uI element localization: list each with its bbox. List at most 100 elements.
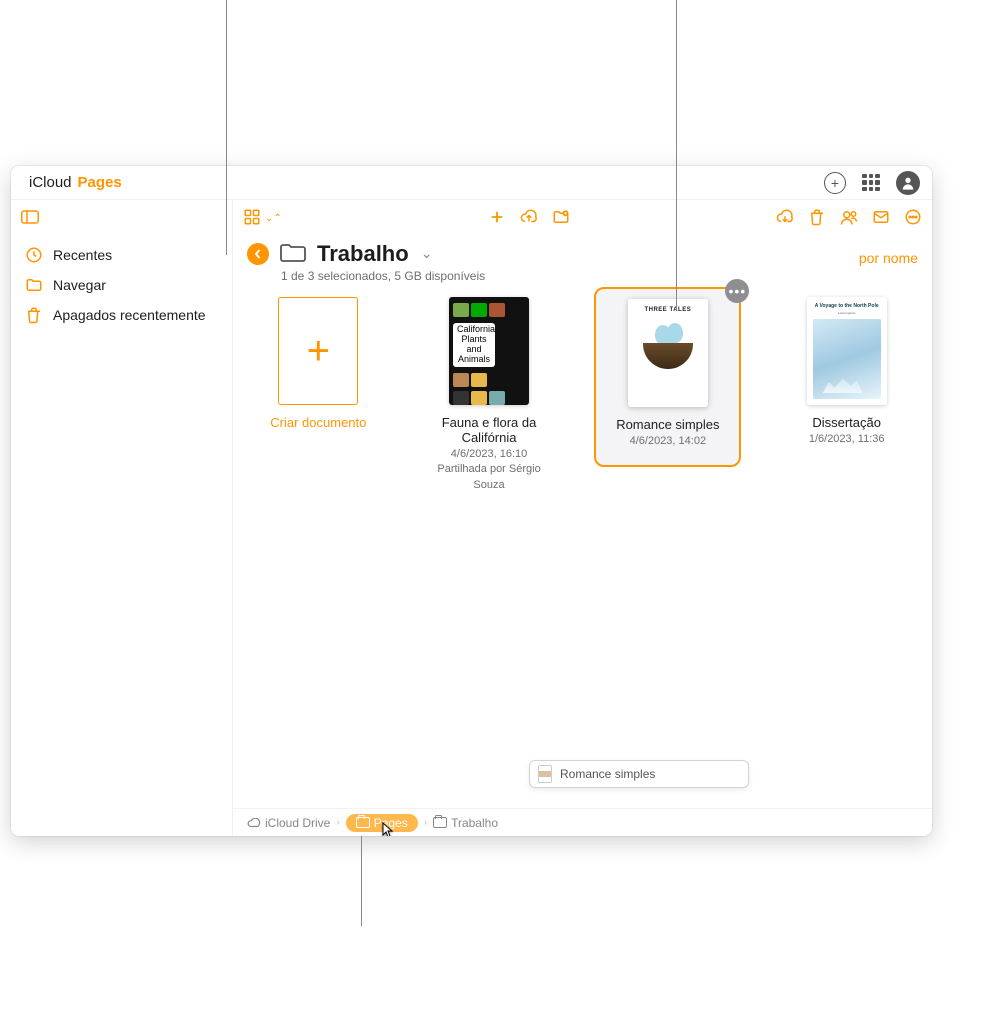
chevron-right-icon: ›: [336, 817, 339, 828]
new-document-button[interactable]: [488, 208, 506, 229]
account-avatar[interactable]: [896, 171, 920, 195]
sidebar-item-recently-deleted[interactable]: Apagados recentemente: [11, 300, 232, 330]
folder-icon: [25, 276, 43, 294]
collaborate-icon: [840, 208, 858, 226]
folder-icon: [356, 817, 370, 828]
drag-preview-label: Romance simples: [560, 767, 655, 781]
brand: iCloud Pages: [23, 174, 122, 191]
callout-line-more: [676, 0, 677, 310]
sidebar-item-label: Apagados recentemente: [53, 307, 206, 323]
thumb-text: California Plants and Animals: [453, 323, 495, 367]
download-button[interactable]: [776, 208, 794, 229]
compose-circle-button[interactable]: +: [824, 172, 846, 194]
brand-app-name: Pages: [78, 174, 122, 191]
sidebar-items: Recentes Navegar Apagados recentemente: [11, 236, 232, 334]
view-mode-caret-icon[interactable]: ⌄⌃: [265, 213, 282, 224]
document-date: 1/6/2023, 11:36: [781, 432, 912, 447]
plus-icon: [488, 208, 506, 226]
sort-button[interactable]: por nome: [859, 250, 918, 266]
sidebar-toolbar: [11, 200, 232, 236]
callout-line-breadcrumb: [361, 836, 362, 926]
content-pane: ⌄⌃: [233, 200, 932, 836]
delete-button[interactable]: [808, 208, 826, 229]
ellipsis-icon: •••: [728, 283, 746, 299]
folder-status-text: 1 de 3 selecionados, 5 GB disponíveis: [281, 269, 918, 283]
toggle-sidebar-button[interactable]: [21, 210, 39, 227]
breadcrumb-label: iCloud Drive: [265, 816, 330, 830]
breadcrumb-icloud-drive[interactable]: iCloud Drive: [247, 816, 330, 830]
title-bar: iCloud Pages +: [11, 166, 932, 200]
cloud-upload-icon: [520, 208, 538, 226]
back-button[interactable]: [247, 243, 269, 265]
new-folder-button[interactable]: [552, 208, 570, 229]
documents-grid: + Criar documento California Plants and …: [233, 293, 932, 808]
document-title: Dissertação: [781, 415, 912, 430]
email-button[interactable]: [872, 208, 890, 229]
drag-mini-thumbnail: [538, 765, 552, 783]
chevron-left-icon: [253, 249, 263, 259]
sidebar-item-browse[interactable]: Navegar: [11, 270, 232, 300]
sidebar-icon: [21, 210, 39, 224]
window-body: Recentes Navegar Apagados recentemente: [11, 200, 932, 836]
breadcrumb-label: Trabalho: [451, 816, 498, 830]
upload-button[interactable]: [520, 208, 538, 229]
trash-icon: [808, 208, 826, 226]
folder-icon: [433, 817, 447, 828]
document-thumbnail: A Voyage to the North Pole Lorem ipsum: [807, 297, 887, 405]
thumb-text: THREE TALES: [644, 307, 691, 313]
document-title: Fauna e flora da Califórnia: [424, 415, 555, 445]
toolbar-group-center: [488, 208, 570, 229]
plus-icon: +: [831, 175, 839, 191]
app-launcher-icon[interactable]: [862, 174, 880, 192]
drag-preview-pill: Romance simples: [529, 760, 749, 788]
document-thumbnail: California Plants and Animals: [449, 297, 529, 405]
cloud-icon: [247, 818, 261, 828]
chevron-right-icon: ›: [424, 817, 427, 828]
folder-glyph-icon: [279, 240, 307, 267]
view-mode-button[interactable]: [243, 208, 261, 229]
document-title: Romance simples: [604, 417, 731, 432]
more-button[interactable]: [904, 208, 922, 229]
folder-plus-icon: [552, 208, 570, 226]
cloud-download-icon: [776, 208, 794, 226]
thumb-text: A Voyage to the North Pole: [813, 303, 881, 309]
document-card-romance[interactable]: ••• THREE TALES Romance simples 4/6/2023…: [594, 287, 741, 467]
document-card-fauna[interactable]: California Plants and Animals Fauna e fl…: [424, 297, 555, 493]
breadcrumb-pages-drop-target[interactable]: Pages: [346, 814, 418, 832]
folder-caret-icon[interactable]: ⌄: [421, 245, 433, 262]
sidebar-item-label: Navegar: [53, 277, 106, 293]
plus-large-icon: +: [307, 331, 330, 371]
document-more-button[interactable]: •••: [725, 279, 749, 303]
toolbar-group-right: [776, 208, 922, 229]
folder-title-row: Trabalho ⌄: [247, 240, 918, 267]
create-document-tile[interactable]: + Criar documento: [253, 297, 384, 432]
toolbar-group-left: ⌄⌃: [243, 208, 282, 229]
clock-icon: [25, 246, 43, 264]
document-date: 4/6/2023, 14:02: [604, 434, 731, 449]
cursor-pointer-icon: [382, 822, 394, 837]
document-shared-by: Partilhada por Sérgio Souza: [424, 462, 555, 493]
create-document-label: Criar documento: [253, 415, 384, 430]
create-document-thumb: +: [278, 297, 358, 405]
sidebar: Recentes Navegar Apagados recentemente: [11, 200, 233, 836]
folder-header: Trabalho ⌄ 1 de 3 selecionados, 5 GB dis…: [233, 236, 932, 293]
breadcrumb-trabalho[interactable]: Trabalho: [433, 816, 498, 830]
trash-icon: [25, 306, 43, 324]
callout-line-back: [226, 0, 227, 255]
breadcrumb-bar: iCloud Drive › Pages › Trabalho: [233, 808, 932, 836]
content-toolbar: ⌄⌃: [233, 200, 932, 236]
document-thumbnail: THREE TALES: [628, 299, 708, 407]
document-card-dissert[interactable]: A Voyage to the North Pole Lorem ipsum D…: [781, 297, 912, 447]
document-date: 4/6/2023, 16:10: [424, 447, 555, 462]
sidebar-item-label: Recentes: [53, 247, 112, 263]
grid-view-icon: [243, 208, 261, 226]
person-icon: [900, 175, 916, 191]
app-window: iCloud Pages +: [11, 166, 932, 836]
folder-name[interactable]: Trabalho: [317, 241, 409, 267]
title-bar-actions: +: [824, 171, 920, 195]
sidebar-item-recents[interactable]: Recentes: [11, 240, 232, 270]
envelope-icon: [872, 208, 890, 226]
ellipsis-circle-icon: [904, 208, 922, 226]
brand-icloud: iCloud: [29, 174, 72, 191]
share-button[interactable]: [840, 208, 858, 229]
